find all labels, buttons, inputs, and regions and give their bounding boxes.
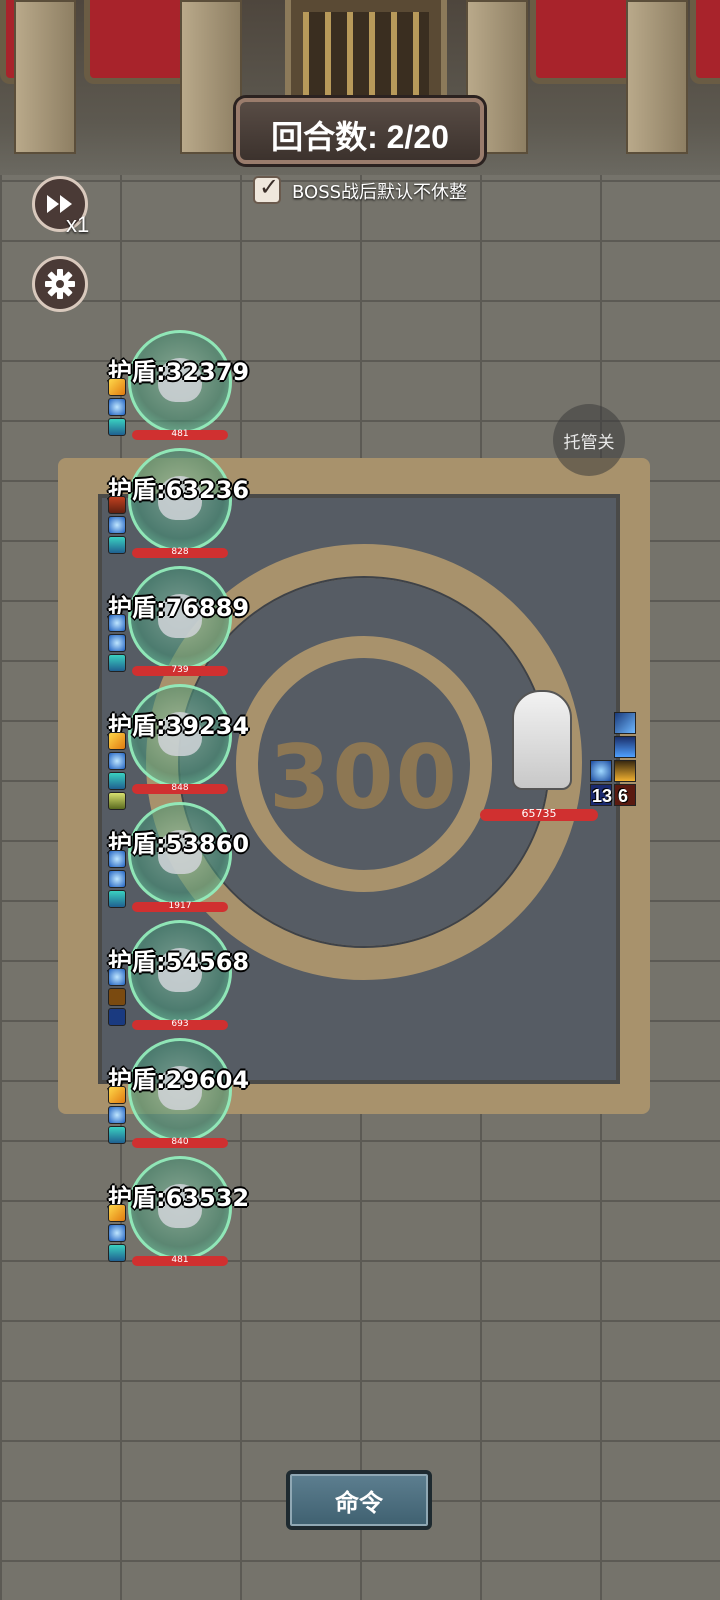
swirl-icon xyxy=(108,1224,126,1242)
boss-stack-count-a: 13 xyxy=(592,786,613,806)
burst-icon xyxy=(108,378,126,396)
pillar xyxy=(180,0,242,154)
figure-icon xyxy=(108,1126,126,1144)
hp-value: 739 xyxy=(171,665,189,675)
swirl-icon xyxy=(108,614,126,632)
figure-icon xyxy=(108,654,126,672)
burst-icon xyxy=(108,1086,126,1104)
burst-icon xyxy=(108,732,126,750)
hp-value: 1917 xyxy=(168,901,192,911)
settings-button[interactable] xyxy=(32,256,88,312)
checkmark-icon: ✓ xyxy=(259,173,280,201)
light-beam-buff-icon xyxy=(614,736,636,758)
figure-icon xyxy=(108,536,126,554)
party-unit[interactable]: 护盾:32379 481 xyxy=(108,330,250,450)
party-unit[interactable]: 护盾:29604 840 xyxy=(108,1038,250,1158)
shield-value: 护盾:32379 xyxy=(108,358,250,386)
buff-icon-column xyxy=(108,1086,128,1146)
lightning-buff-icon xyxy=(614,712,636,734)
stack-19-icon xyxy=(108,1008,126,1026)
shield-value: 护盾:53860 xyxy=(108,830,250,858)
swirl-icon xyxy=(108,634,126,652)
buff-icon-column xyxy=(108,378,128,438)
pillar xyxy=(626,0,688,154)
hp-value: 481 xyxy=(171,1255,189,1265)
swirl-buff-icon xyxy=(590,760,612,782)
buff-icon-column xyxy=(108,1204,128,1264)
boss-rest-label[interactable]: BOSS战后默认不休整 xyxy=(292,178,467,204)
pillar xyxy=(14,0,76,154)
buff-icon-column xyxy=(108,850,128,910)
swirl-icon xyxy=(108,1106,126,1124)
speed-multiplier: x1 xyxy=(66,212,90,237)
figure-icon xyxy=(108,890,126,908)
shield-emblem-icon xyxy=(108,496,126,514)
burst-icon xyxy=(108,1204,126,1222)
figure-icon xyxy=(108,772,126,790)
swirl-icon xyxy=(108,752,126,770)
round-counter-banner: 回合数: 2/20 xyxy=(236,98,484,164)
party-unit[interactable]: 护盾:63236 828 xyxy=(108,448,250,568)
hp-value: 693 xyxy=(171,1019,189,1029)
shield-value: 护盾:39234 xyxy=(108,712,250,740)
party-unit[interactable]: 护盾:39234 848 xyxy=(108,684,250,810)
swirl-icon xyxy=(108,870,126,888)
boss-stack-count-b: 6 xyxy=(618,786,629,806)
hp-value: 840 xyxy=(171,1137,189,1147)
command-button[interactable]: 命令 xyxy=(286,1470,432,1530)
party-unit[interactable]: 护盾:54568 693 xyxy=(108,920,250,1040)
party-unit[interactable]: 护盾:76889 739 xyxy=(108,566,250,686)
round-counter-text: 回合数: 2/20 xyxy=(271,119,449,155)
gear-icon xyxy=(45,269,75,299)
buff-icon-column xyxy=(108,496,128,556)
window-right-edge xyxy=(690,0,720,84)
boss-sprite xyxy=(512,690,572,790)
hp-value: 828 xyxy=(171,547,189,557)
buff-icon-column xyxy=(108,614,128,674)
floor-number: 300 xyxy=(269,726,459,829)
swirl-icon xyxy=(108,516,126,534)
party-unit[interactable]: 护盾:63532 481 xyxy=(108,1156,250,1276)
shield-value: 护盾:63236 xyxy=(108,476,250,504)
swirl-icon xyxy=(108,850,126,868)
window xyxy=(530,0,638,84)
figure-icon xyxy=(108,1244,126,1262)
hp-value: 481 xyxy=(171,429,189,439)
shield-value: 护盾:29604 xyxy=(108,1066,250,1094)
auto-battle-toggle[interactable]: 托管关 xyxy=(553,404,625,476)
swirl-icon xyxy=(108,968,126,986)
shield-value: 护盾:76889 xyxy=(108,594,250,622)
stack-11-icon xyxy=(108,988,126,1006)
window xyxy=(84,0,192,84)
shield-value: 护盾:54568 xyxy=(108,948,250,976)
boss-hp-value: 65735 xyxy=(521,807,557,820)
buff-icon-column xyxy=(108,968,128,1028)
party-unit[interactable]: 护盾:53860 1917 xyxy=(108,802,250,922)
sword-buff-icon xyxy=(614,760,636,782)
game-screen: 300 回合数: 2/20 ✓ BOSS战后默认不休整 x1 托管关 护盾:32… xyxy=(0,0,720,1600)
boss-rest-checkbox[interactable]: ✓ xyxy=(253,173,281,204)
boss-unit[interactable] xyxy=(502,690,582,790)
swirl-icon xyxy=(108,398,126,416)
portcullis-gate xyxy=(285,0,447,101)
buff-icon-column xyxy=(108,732,128,812)
shield-value: 护盾:63532 xyxy=(108,1184,250,1212)
figure-icon xyxy=(108,418,126,436)
hp-value: 848 xyxy=(171,783,189,793)
